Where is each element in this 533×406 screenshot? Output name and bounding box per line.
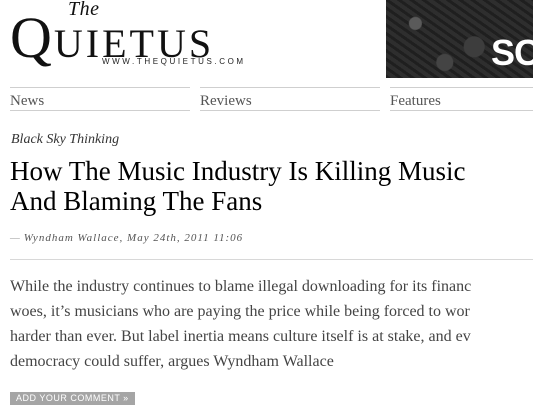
- publish-date: , May 24th, 2011 11:06: [119, 232, 244, 244]
- add-comment-button[interactable]: ADD YOUR COMMENT »: [10, 392, 135, 405]
- article-standfirst: While the industry continues to blame il…: [10, 274, 533, 374]
- standfirst-line-4: democracy could suffer, argues Wyndham W…: [10, 353, 334, 370]
- nav-item-features[interactable]: Features: [390, 87, 533, 111]
- article-title-line-2: And Blaming The Fans: [10, 186, 263, 216]
- nav-item-reviews[interactable]: Reviews: [200, 87, 380, 111]
- header-banner-image[interactable]: SC: [386, 0, 533, 78]
- standfirst-line-3: harder than ever. But label inertia mean…: [10, 328, 471, 345]
- byline-dash: —: [10, 232, 20, 244]
- divider: [10, 259, 533, 260]
- article-byline: — Wyndham Wallace, May 24th, 2011 11:06: [10, 232, 243, 244]
- standfirst-line-2: woes, it’s musicians who are paying the …: [10, 303, 470, 320]
- article-title-line-1: How The Music Industry Is Killing Music: [10, 156, 466, 186]
- nav-item-news[interactable]: News: [10, 87, 190, 111]
- main-navigation: News Reviews Features: [10, 87, 533, 111]
- logo-url: WWW.THEQUIETUS.COM: [102, 57, 246, 66]
- author-name[interactable]: Wyndham Wallace: [24, 232, 120, 244]
- logo-initial: Q: [10, 5, 54, 70]
- site-logo[interactable]: The QUIETUS WWW.THEQUIETUS.COM: [10, 0, 260, 78]
- standfirst-line-1: While the industry continues to blame il…: [10, 278, 472, 295]
- banner-text: SC: [490, 32, 533, 73]
- article-title: How The Music Industry Is Killing Music …: [10, 156, 533, 216]
- article-section-link[interactable]: Black Sky Thinking: [11, 132, 119, 148]
